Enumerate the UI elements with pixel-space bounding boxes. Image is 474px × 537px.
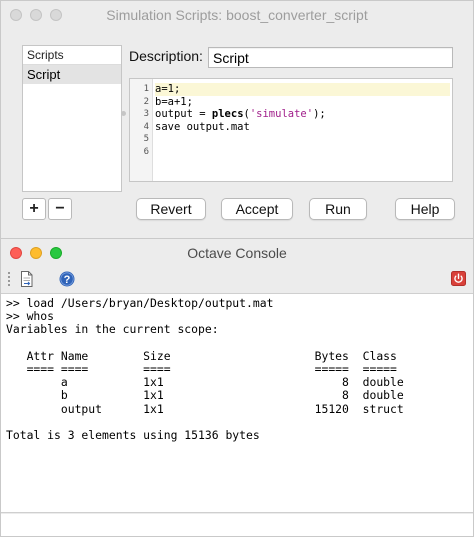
help-glyph: ?	[64, 274, 71, 286]
console-output[interactable]: >> load /Users/bryan/Desktop/output.mat …	[1, 293, 473, 513]
line-number: 1	[143, 84, 149, 94]
run-button[interactable]: Run	[309, 198, 367, 220]
console-toolbar: ?	[1, 267, 473, 291]
code-line[interactable]	[155, 133, 450, 146]
code-line[interactable]: b=a+1;	[155, 96, 450, 109]
list-item[interactable]: Script	[23, 65, 121, 84]
line-number: 6	[143, 146, 149, 157]
console-line: Total is 3 elements using 15136 bytes	[6, 427, 260, 442]
toolbar-grip[interactable]	[8, 272, 12, 286]
script-window-title: Simulation Scripts: boost_converter_scri…	[106, 7, 368, 23]
revert-button[interactable]: Revert	[136, 198, 206, 220]
console-window-titlebar[interactable]: Octave Console	[1, 239, 473, 267]
code-line[interactable]	[155, 146, 450, 159]
console-input-area[interactable]	[1, 514, 473, 536]
accept-button[interactable]: Accept	[221, 198, 293, 220]
help-icon[interactable]: ?	[59, 271, 75, 292]
code-line[interactable]: output = plecs('simulate');	[155, 108, 450, 121]
code-string: 'simulate'	[249, 108, 314, 120]
console-line: Attr Name Size Bytes Class	[6, 348, 397, 363]
code-lines[interactable]: a=1; b=a+1; output = plecs('simulate'); …	[155, 83, 450, 158]
code-line[interactable]: save output.mat	[155, 121, 450, 134]
description-label: Description:	[129, 48, 203, 64]
document-icon[interactable]	[20, 271, 33, 292]
code-text: output =	[155, 108, 212, 120]
code-keyword: plecs	[211, 108, 244, 120]
line-number-gutter: 1 2 3 4 5 6	[130, 79, 153, 181]
code-text: );	[313, 108, 326, 120]
description-input[interactable]	[208, 47, 453, 68]
scripts-list-header: Scripts	[23, 46, 121, 65]
line-number: 5	[143, 134, 149, 144]
power-icon[interactable]	[451, 271, 466, 291]
help-button[interactable]: Help	[395, 198, 455, 220]
line-number: 4	[143, 121, 149, 132]
line-number: 3	[143, 109, 149, 119]
add-script-button[interactable]: +	[22, 198, 46, 220]
code-line[interactable]: a=1;	[155, 83, 450, 96]
script-code-editor[interactable]: 1 2 3 4 5 6 a=1; b=a+1; output = plecs('…	[129, 78, 453, 182]
splitter-handle[interactable]	[121, 111, 126, 116]
console-line: >> load /Users/bryan/Desktop/output.mat	[6, 296, 274, 310]
simulation-scripts-window: Simulation Scripts: boost_converter_scri…	[0, 0, 474, 238]
console-line: b 1x1 8 double	[6, 388, 404, 403]
octave-console-window: Octave Console ? >> load /Users/bryan/De…	[0, 238, 474, 537]
script-window-titlebar[interactable]: Simulation Scripts: boost_converter_scri…	[1, 1, 473, 29]
console-window-title: Octave Console	[187, 245, 287, 261]
console-line: output 1x1 15120 struct	[6, 401, 404, 416]
remove-script-button[interactable]: −	[48, 198, 72, 220]
scripts-list[interactable]: Scripts Script	[22, 45, 122, 192]
line-number: 2	[143, 96, 149, 107]
console-line: Variables in the current scope:	[6, 322, 219, 337]
